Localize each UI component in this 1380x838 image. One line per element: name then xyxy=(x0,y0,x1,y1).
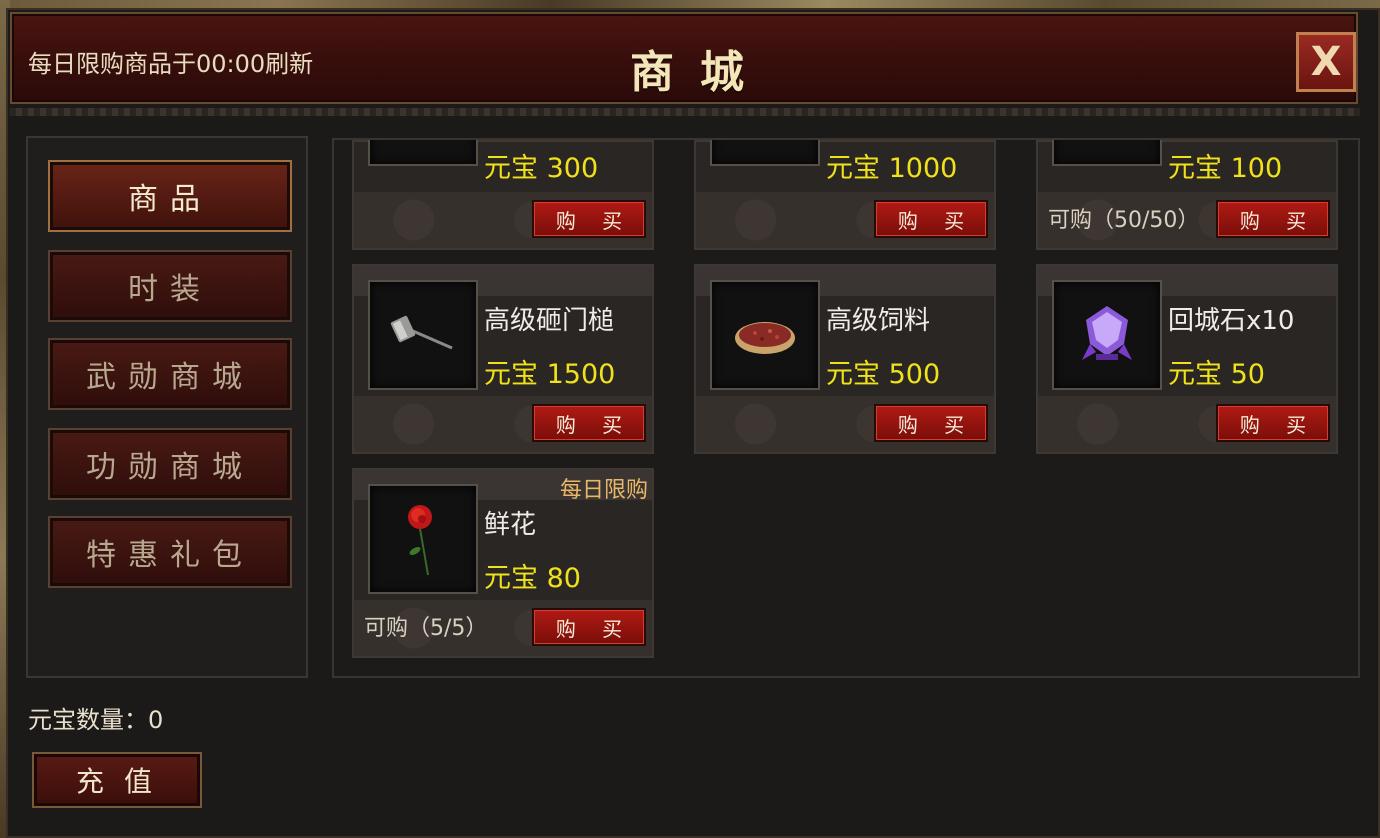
shop-item-card: 元宝 100 可购（50/50） 购 买 xyxy=(1036,140,1338,250)
shop-item-card: 高级饲料 元宝 500 购 买 xyxy=(694,264,996,454)
buy-button[interactable]: 购 买 xyxy=(532,404,646,442)
item-price: 元宝 80 xyxy=(484,563,581,594)
shop-item-grid[interactable]: 元宝 300 购 买 元宝 1000 购 买 元宝 100 可购（50/50） … xyxy=(332,138,1360,678)
header-divider xyxy=(10,108,1360,116)
purchase-limit: 可购（50/50） xyxy=(1048,208,1200,233)
currency-balance: 元宝数量：0 xyxy=(28,706,164,734)
shop-item-card: 高级砸门槌 元宝 1500 购 买 xyxy=(352,264,654,454)
buy-button[interactable]: 购 买 xyxy=(874,200,988,238)
item-name: 鲜花 xyxy=(484,510,537,540)
item-icon xyxy=(368,140,478,166)
item-icon-frame[interactable] xyxy=(368,280,478,390)
buy-button[interactable]: 购 买 xyxy=(1216,404,1330,442)
item-name: 高级饲料 xyxy=(826,306,931,336)
item-icon-frame[interactable] xyxy=(368,484,478,594)
tab-goods[interactable]: 商品 xyxy=(48,160,292,232)
item-name: 高级砸门槌 xyxy=(484,306,615,336)
shop-item-card: 每日限购 鲜花 元宝 80 可购（5/5） 购 买 xyxy=(352,468,654,658)
category-sidebar: 商品 时装 武勋商城 功勋商城 特惠礼包 xyxy=(26,136,308,678)
shop-item-card: 元宝 1000 购 买 xyxy=(694,140,996,250)
item-price: 元宝 100 xyxy=(1168,153,1283,184)
tab-martial-merit-shop[interactable]: 武勋商城 xyxy=(48,338,292,410)
page-title: 商城 xyxy=(630,47,770,98)
hammer-icon xyxy=(390,315,453,350)
item-price: 元宝 300 xyxy=(484,153,599,184)
item-price: 元宝 1000 xyxy=(826,153,958,184)
rose-icon xyxy=(408,505,432,576)
tab-merit-shop[interactable]: 功勋商城 xyxy=(48,428,292,500)
purchase-limit: 可购（5/5） xyxy=(364,616,488,641)
buy-button[interactable]: 购 买 xyxy=(1216,200,1330,238)
item-price: 元宝 500 xyxy=(826,359,941,390)
item-name: 回城石x10 xyxy=(1168,306,1295,336)
tab-special-packs[interactable]: 特惠礼包 xyxy=(48,516,292,588)
item-price: 元宝 1500 xyxy=(484,359,616,390)
item-icon xyxy=(1052,140,1162,166)
buy-button[interactable]: 购 买 xyxy=(874,404,988,442)
refresh-notice: 每日限购商品于00:00刷新 xyxy=(28,50,314,78)
item-icon-frame[interactable] xyxy=(1052,280,1162,390)
item-price: 元宝 50 xyxy=(1168,359,1265,390)
buy-button[interactable]: 购 买 xyxy=(532,200,646,238)
item-icon xyxy=(710,140,820,166)
recharge-button[interactable]: 充值 xyxy=(32,752,202,808)
close-icon: X xyxy=(1310,39,1342,85)
shop-item-card: 元宝 300 购 买 xyxy=(352,140,654,250)
tab-fashion[interactable]: 时装 xyxy=(48,250,292,322)
buy-button[interactable]: 购 买 xyxy=(532,608,646,646)
daily-limit-badge: 每日限购 xyxy=(559,478,648,503)
shop-item-card: 回城石x10 元宝 50 购 买 xyxy=(1036,264,1338,454)
feed-icon xyxy=(735,322,795,354)
close-button[interactable]: X xyxy=(1296,32,1356,92)
item-icon-frame[interactable] xyxy=(710,280,820,390)
crystal-icon xyxy=(1082,306,1132,360)
